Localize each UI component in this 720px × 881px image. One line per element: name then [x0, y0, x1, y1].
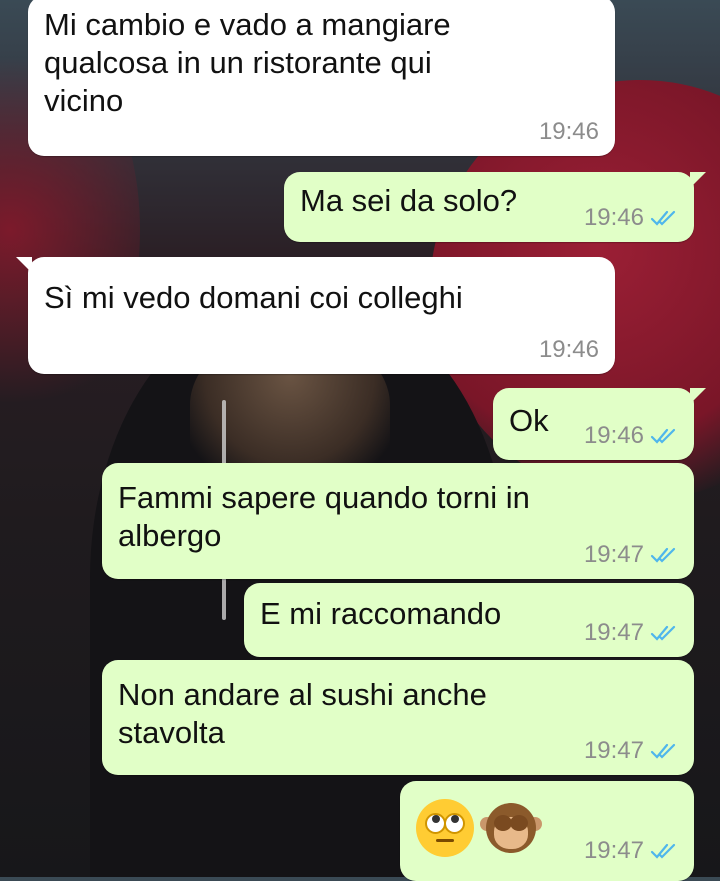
- bubble-tail: [16, 257, 32, 273]
- message-time: 19:46: [538, 336, 599, 363]
- message-meta: 19:47: [584, 837, 678, 865]
- message-time: 19:47: [583, 619, 644, 646]
- message-time: 19:47: [583, 541, 644, 568]
- message-bubble-outgoing[interactable]: Ok 19:46: [493, 388, 706, 460]
- double-check-icon: [650, 547, 676, 563]
- message-bubble-outgoing[interactable]: Fammi sapere quando torni in albergo 19:…: [102, 463, 694, 579]
- message-bubble-incoming[interactable]: Mi cambio e vado a mangiare qualcosa in …: [28, 0, 615, 156]
- message-meta: 19:47: [584, 619, 678, 647]
- message-meta: 19:46: [584, 204, 678, 232]
- message-time: 19:46: [583, 204, 644, 231]
- message-text: Mi cambio e vado a mangiare qualcosa in …: [44, 7, 451, 118]
- message-bubble-outgoing[interactable]: 19:47: [400, 781, 694, 881]
- message-meta: 19:46: [584, 422, 678, 450]
- double-check-icon: [650, 210, 676, 226]
- message-time: 19:46: [583, 422, 644, 449]
- double-check-icon: [650, 625, 676, 641]
- message-bubble-outgoing[interactable]: E mi raccomando 19:47: [244, 583, 694, 657]
- message-time: 19:47: [583, 837, 644, 864]
- message-bubble-outgoing[interactable]: Non andare al sushi anche stavolta 19:47: [102, 660, 694, 775]
- double-check-icon: [650, 428, 676, 444]
- message-text: Sì mi vedo domani coi colleghi: [44, 280, 463, 315]
- bubble-tail: [690, 172, 706, 188]
- message-bubble-incoming[interactable]: Sì mi vedo domani coi colleghi 19:46: [16, 257, 615, 374]
- message-time: 19:46: [538, 118, 599, 145]
- face-with-rolling-eyes-icon: [416, 799, 474, 857]
- message-meta: 19:46: [539, 336, 599, 364]
- bubble-tail: [690, 388, 706, 404]
- double-check-icon: [650, 843, 676, 859]
- message-meta: 19:47: [584, 737, 678, 765]
- message-list[interactable]: Mi cambio e vado a mangiare qualcosa in …: [0, 0, 720, 881]
- double-check-icon: [650, 743, 676, 759]
- message-meta: 19:47: [584, 541, 678, 569]
- message-time: 19:47: [583, 737, 644, 764]
- message-meta: 19:46: [539, 118, 599, 146]
- see-no-evil-monkey-icon: [480, 799, 542, 859]
- message-bubble-outgoing[interactable]: Ma sei da solo? 19:46: [284, 172, 706, 242]
